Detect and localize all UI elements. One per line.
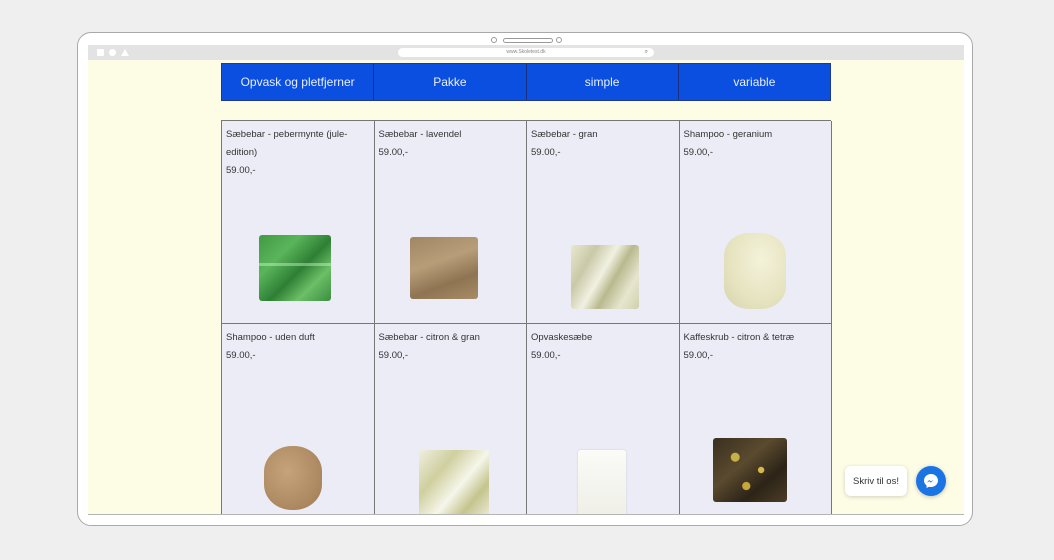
product-price: 59.00,- bbox=[683, 147, 714, 158]
product-price: 59.00,- bbox=[378, 350, 409, 361]
window-triangle-icon[interactable] bbox=[121, 49, 129, 56]
product-image[interactable] bbox=[418, 450, 489, 514]
product-price: 59.00,- bbox=[226, 165, 256, 176]
product-name[interactable]: Kaffeskrub - citron & tetræ bbox=[684, 329, 828, 347]
sensor-dot bbox=[556, 37, 562, 43]
search-icon[interactable]: ⌕ bbox=[645, 48, 648, 57]
product-image[interactable] bbox=[264, 446, 322, 510]
product-image[interactable] bbox=[712, 438, 787, 502]
product-image[interactable] bbox=[723, 233, 786, 309]
url-text: www.Skoletest.dk bbox=[506, 49, 546, 55]
product-card[interactable]: Opvaskesæbe 59.00,- bbox=[527, 324, 680, 514]
page-viewport: Opvask og pletfjerner Pakke simple varia… bbox=[88, 60, 964, 514]
product-card[interactable]: Sæbebar - pebermynte (jule-edition) 59.0… bbox=[222, 121, 375, 324]
product-grid: Sæbebar - pebermynte (jule-edition) 59.0… bbox=[221, 120, 832, 514]
messenger-chat-button[interactable] bbox=[916, 466, 946, 496]
category-nav: Opvask og pletfjerner Pakke simple varia… bbox=[221, 63, 831, 101]
product-name[interactable]: Shampoo - geranium bbox=[684, 126, 828, 144]
product-name[interactable]: Sæbebar - citron & gran bbox=[379, 329, 523, 347]
product-card[interactable]: Sæbebar - lavendel 59.00,- bbox=[374, 121, 527, 324]
chat-prompt[interactable]: Skriv til os! bbox=[845, 466, 907, 496]
product-card[interactable]: Shampoo - geranium 59.00,- bbox=[679, 121, 832, 324]
device-bottom-edge bbox=[88, 514, 964, 515]
speaker-bar bbox=[503, 38, 553, 43]
product-image[interactable] bbox=[259, 235, 331, 301]
product-price: 59.00,- bbox=[531, 147, 561, 158]
product-image[interactable] bbox=[409, 237, 478, 299]
product-name[interactable]: Sæbebar - gran bbox=[531, 126, 675, 144]
product-card[interactable]: Sæbebar - gran 59.00,- bbox=[527, 121, 680, 324]
browser-chrome: www.Skoletest.dk ⌕ bbox=[88, 45, 964, 60]
product-image[interactable] bbox=[571, 245, 639, 309]
product-name[interactable]: Sæbebar - pebermynte (jule-edition) bbox=[226, 126, 370, 162]
camera-dot bbox=[491, 37, 497, 43]
product-card[interactable]: Kaffeskrub - citron & tetræ 59.00,- bbox=[679, 324, 832, 514]
product-price: 59.00,- bbox=[683, 350, 714, 361]
window-circle-icon[interactable] bbox=[109, 49, 116, 56]
category-pakke[interactable]: Pakke bbox=[374, 64, 527, 100]
category-simple[interactable]: simple bbox=[526, 64, 679, 100]
product-price: 59.00,- bbox=[378, 147, 409, 158]
product-card[interactable]: Sæbebar - citron & gran 59.00,- bbox=[374, 324, 527, 514]
address-bar[interactable]: www.Skoletest.dk ⌕ bbox=[398, 48, 654, 57]
product-card[interactable]: Shampoo - uden duft 59.00,- bbox=[222, 324, 375, 514]
messenger-icon bbox=[924, 474, 938, 488]
product-name[interactable]: Sæbebar - lavendel bbox=[379, 126, 523, 144]
window-square-icon[interactable] bbox=[97, 49, 104, 56]
category-variable[interactable]: variable bbox=[678, 64, 830, 100]
product-price: 59.00,- bbox=[226, 350, 256, 361]
product-price: 59.00,- bbox=[531, 350, 561, 361]
product-name[interactable]: Shampoo - uden duft bbox=[226, 329, 370, 347]
category-opvask[interactable]: Opvask og pletfjerner bbox=[222, 64, 375, 100]
product-name[interactable]: Opvaskesæbe bbox=[531, 329, 675, 347]
product-image[interactable] bbox=[578, 450, 626, 514]
